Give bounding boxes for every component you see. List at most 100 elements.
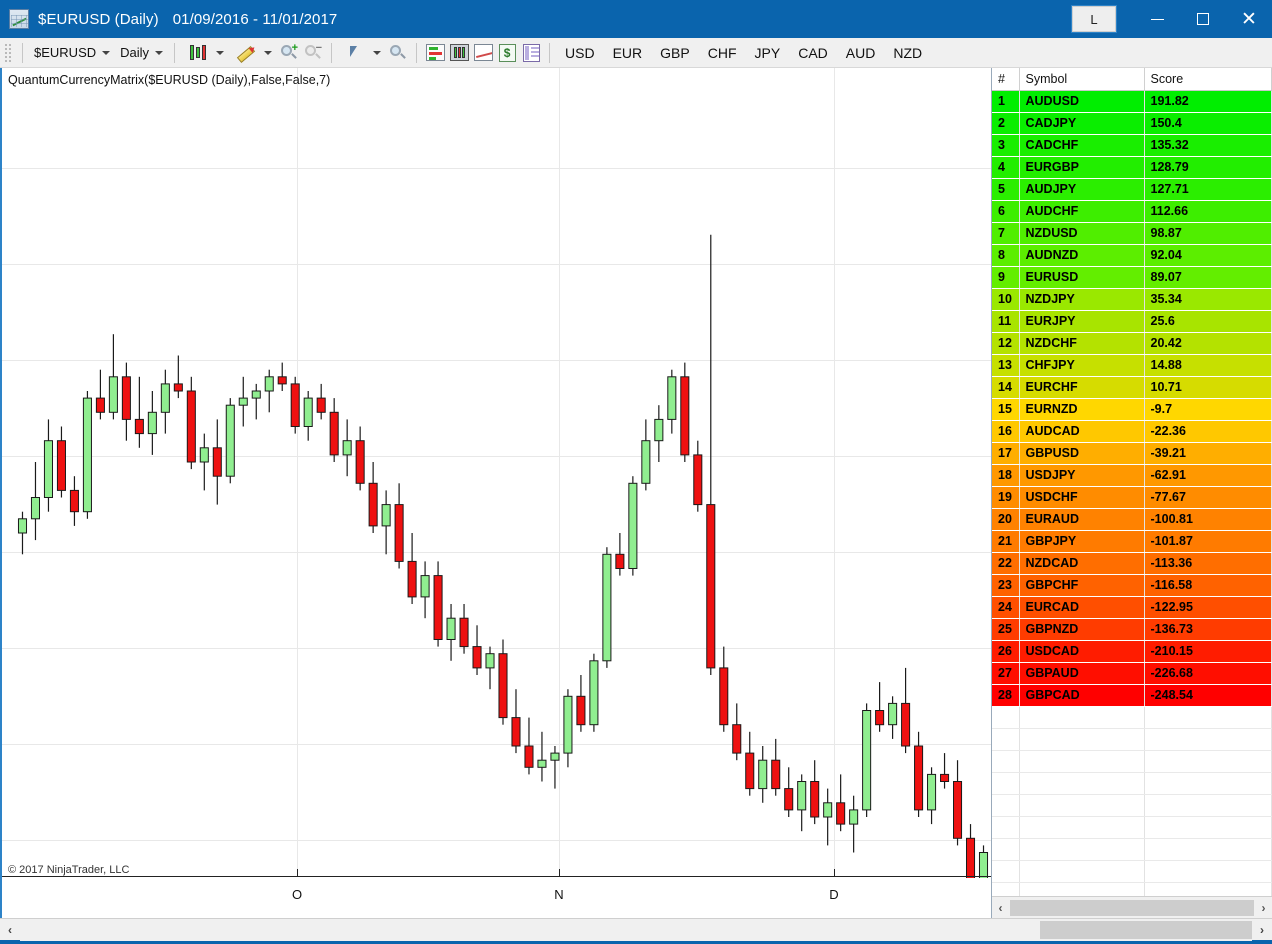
window-scrollbar-thumb[interactable] <box>1040 920 1252 939</box>
candle-body <box>303 397 313 428</box>
copyright-notice: © 2017 NinjaTrader, LLC <box>8 864 130 876</box>
candle-body <box>56 440 66 491</box>
table-row-empty[interactable] <box>992 728 1272 751</box>
table-row-empty[interactable] <box>992 838 1272 861</box>
link-group-button[interactable]: L <box>1072 6 1116 32</box>
drawing-tools-button[interactable] <box>229 41 277 65</box>
candle-body <box>745 752 755 790</box>
candle-body <box>836 802 846 825</box>
chevron-down-icon <box>373 50 382 55</box>
table-row[interactable]: 8 AUDNZD 92.04 <box>992 244 1272 267</box>
window-scroll-left-arrow[interactable]: ‹ <box>0 919 20 941</box>
instrument-selector[interactable]: $EURUSD <box>29 41 115 65</box>
table-row[interactable]: 15 EURNZD -9.7 <box>992 398 1272 421</box>
table-row-empty[interactable] <box>992 882 1272 896</box>
table-row[interactable]: 22 NZDCAD -113.36 <box>992 552 1272 575</box>
table-row[interactable]: 23 GBPCHF -116.58 <box>992 574 1272 597</box>
table-row[interactable]: 19 USDCHF -77.67 <box>992 486 1272 509</box>
x-axis-line <box>2 875 991 877</box>
cell-symbol: USDCHF <box>1019 486 1145 509</box>
column-header-score[interactable]: Score <box>1144 68 1272 91</box>
currency-button-jpy[interactable]: JPY <box>746 41 790 65</box>
scroll-left-arrow[interactable]: ‹ <box>992 897 1009 918</box>
currency-button-cad[interactable]: CAD <box>789 41 837 65</box>
zoom-in-icon[interactable]: + <box>277 41 301 65</box>
table-row[interactable]: 11 EURJPY 25.6 <box>992 310 1272 333</box>
table-row-empty[interactable] <box>992 860 1272 883</box>
table-row[interactable]: 10 NZDJPY 35.34 <box>992 288 1272 311</box>
table-row[interactable]: 14 EURCHF 10.71 <box>992 376 1272 399</box>
candle-body <box>381 504 391 527</box>
table-row[interactable]: 26 USDCAD -210.15 <box>992 640 1272 663</box>
candle-body <box>888 702 898 726</box>
bar-chart-icon[interactable] <box>423 41 447 65</box>
cell-score: 150.4 <box>1144 112 1272 135</box>
drawing-tools-icon <box>234 41 258 65</box>
window-scrollbar-track[interactable] <box>20 918 1252 941</box>
maximize-button[interactable] <box>1180 0 1226 38</box>
cursor-tool-button[interactable] <box>338 41 386 65</box>
table-row[interactable]: 27 GBPAUD -226.68 <box>992 662 1272 685</box>
table-row[interactable]: 3 CADCHF 135.32 <box>992 134 1272 157</box>
matrix-scroll-area[interactable]: # Symbol Score 1 AUDUSD 191.82 2 CADJPY 150.4… <box>992 68 1272 896</box>
table-row[interactable]: 6 AUDCHF 112.66 <box>992 200 1272 223</box>
column-header-rank[interactable]: # <box>992 68 1020 91</box>
table-row[interactable]: 13 CHFJPY 14.88 <box>992 354 1272 377</box>
cell-rank: 26 <box>992 640 1020 663</box>
table-row-empty[interactable] <box>992 772 1272 795</box>
table-row[interactable]: 12 NZDCHF 20.42 <box>992 332 1272 355</box>
table-row-empty[interactable] <box>992 750 1272 773</box>
window-horizontal-scrollbar[interactable]: ‹ › <box>0 918 1272 941</box>
candle-body <box>264 376 274 392</box>
chart-type-button[interactable] <box>181 41 229 65</box>
table-row[interactable]: 2 CADJPY 150.4 <box>992 112 1272 135</box>
dollar-icon[interactable]: $ <box>495 41 519 65</box>
matrix-horizontal-scrollbar[interactable]: ‹ › <box>992 896 1272 918</box>
line-chart-icon[interactable] <box>471 41 495 65</box>
cell-score: 127.71 <box>1144 178 1272 201</box>
currency-button-gbp[interactable]: GBP <box>651 41 699 65</box>
currency-button-chf[interactable]: CHF <box>699 41 746 65</box>
table-row[interactable]: 24 EURCAD -122.95 <box>992 596 1272 619</box>
magnifier-icon[interactable] <box>386 41 410 65</box>
table-row-empty[interactable] <box>992 794 1272 817</box>
table-row[interactable]: 28 GBPCAD -248.54 <box>992 684 1272 707</box>
data-panel-icon[interactable] <box>519 41 543 65</box>
table-row[interactable]: 9 EURUSD 89.07 <box>992 266 1272 289</box>
candle-panel-icon[interactable] <box>447 41 471 65</box>
currency-button-nzd[interactable]: NZD <box>884 41 931 65</box>
candle-body <box>901 702 911 747</box>
table-row[interactable]: 7 NZDUSD 98.87 <box>992 222 1272 245</box>
scrollbar-thumb[interactable] <box>1010 899 1254 916</box>
toolbar-grip[interactable] <box>4 42 12 63</box>
table-row[interactable]: 5 AUDJPY 127.71 <box>992 178 1272 201</box>
table-row-empty[interactable] <box>992 816 1272 839</box>
cell-symbol: NZDJPY <box>1019 288 1145 311</box>
currency-button-usd[interactable]: USD <box>556 41 604 65</box>
table-row[interactable]: 1 AUDUSD 191.82 <box>992 90 1272 113</box>
window-scroll-right-arrow[interactable]: › <box>1252 919 1272 941</box>
candle-body <box>550 752 560 761</box>
candle-body <box>186 390 196 463</box>
table-row[interactable]: 17 GBPUSD -39.21 <box>992 442 1272 465</box>
candle-body <box>394 504 404 562</box>
table-row-empty[interactable] <box>992 706 1272 729</box>
candle-body <box>342 440 352 456</box>
currency-button-aud[interactable]: AUD <box>837 41 885 65</box>
minimize-button[interactable] <box>1134 0 1180 38</box>
price-chart[interactable]: QuantumCurrencyMatrix($EURUSD (Daily),Fa… <box>0 68 991 918</box>
scroll-right-arrow[interactable]: › <box>1255 897 1272 918</box>
table-row[interactable]: 18 USDJPY -62.91 <box>992 464 1272 487</box>
table-row[interactable]: 16 AUDCAD -22.36 <box>992 420 1272 443</box>
window-controls: L ✕ <box>1072 0 1272 38</box>
currency-button-eur[interactable]: EUR <box>604 41 652 65</box>
column-header-symbol[interactable]: Symbol <box>1019 68 1145 91</box>
close-button[interactable]: ✕ <box>1226 0 1272 38</box>
cell-score: -9.7 <box>1144 398 1272 421</box>
table-row[interactable]: 25 GBPNZD -136.73 <box>992 618 1272 641</box>
table-row[interactable]: 4 EURGBP 128.79 <box>992 156 1272 179</box>
table-row[interactable]: 21 GBPJPY -101.87 <box>992 530 1272 553</box>
interval-selector[interactable]: Daily <box>115 41 168 65</box>
zoom-out-icon[interactable]: − <box>301 41 325 65</box>
table-row[interactable]: 20 EURAUD -100.81 <box>992 508 1272 531</box>
